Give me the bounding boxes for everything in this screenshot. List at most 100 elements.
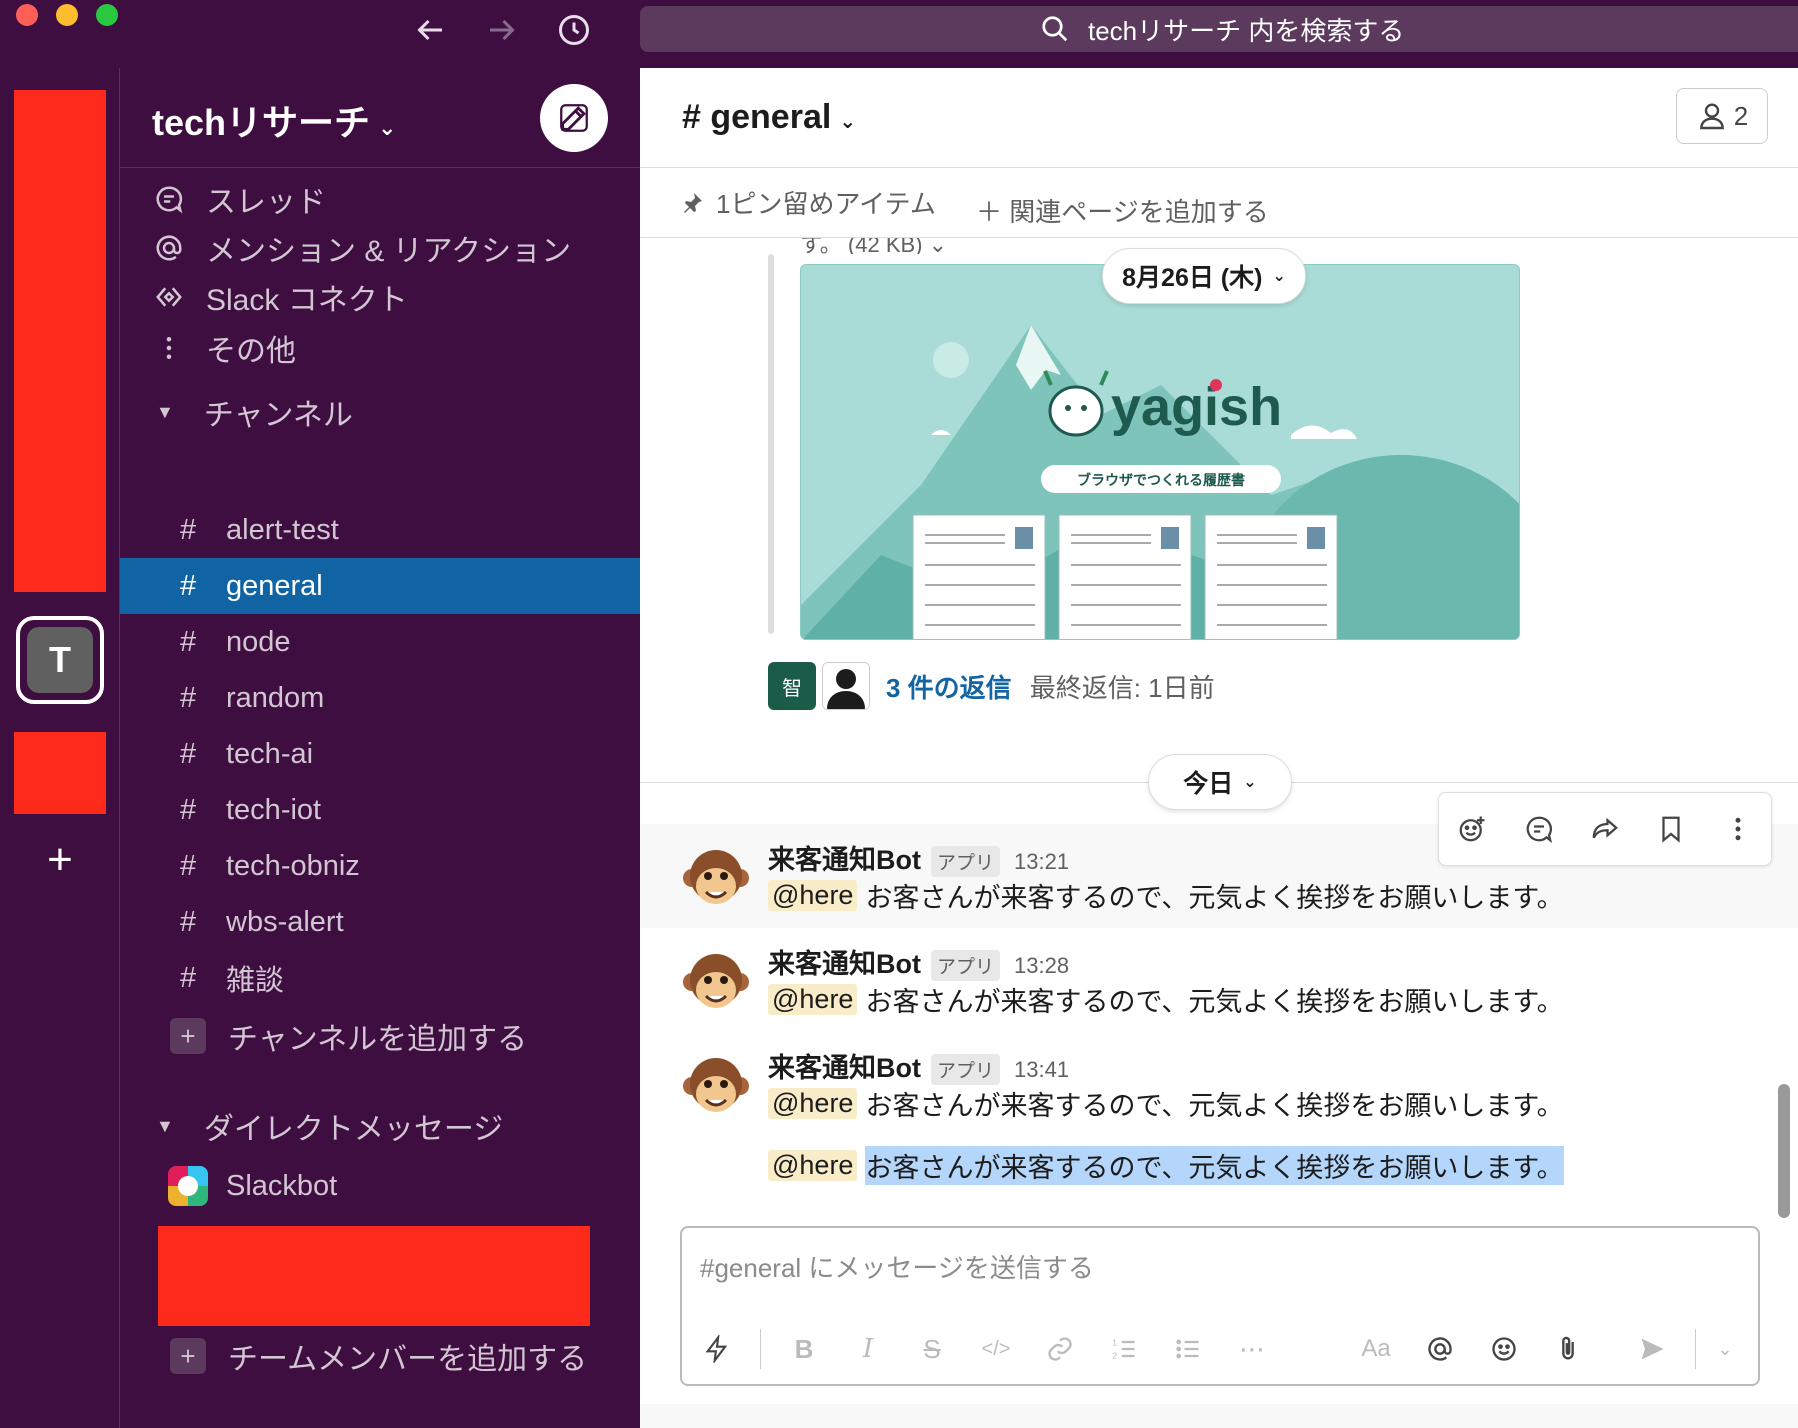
sender-name[interactable]: 来客通知Bot	[768, 838, 921, 877]
reply-thread-icon[interactable]	[1521, 811, 1557, 847]
add-reaction-icon[interactable]	[1454, 811, 1490, 847]
bullet-list-icon[interactable]	[1167, 1328, 1209, 1370]
sidebar-item-threads[interactable]: スレッド	[152, 174, 326, 224]
today-divider-pill[interactable]: 今日 ⌄	[1148, 754, 1292, 810]
channels-section-header[interactable]: ▼ チャンネル	[156, 390, 353, 434]
redacted-block	[158, 1226, 590, 1326]
bookmark-icon[interactable]	[1653, 811, 1689, 847]
sidebar-item-slackbot[interactable]: Slackbot	[168, 1166, 337, 1206]
add-teammates-button[interactable]: + チームメンバーを追加する	[170, 1334, 587, 1378]
italic-icon[interactable]: I	[847, 1328, 889, 1370]
sender-name[interactable]: 来客通知Bot	[768, 1046, 921, 1085]
forward-arrow-icon[interactable]	[480, 8, 524, 52]
message-input[interactable]: #general にメッセージを送信する	[700, 1248, 1094, 1285]
history-clock-icon[interactable]	[552, 8, 596, 52]
mention-here[interactable]: @here	[768, 880, 858, 911]
emoji-icon[interactable]	[1483, 1328, 1525, 1370]
mention-here[interactable]: @here	[768, 1150, 858, 1181]
add-channel-button[interactable]: + チャンネルを追加する	[170, 1014, 527, 1058]
sidebar-item-tech-ai[interactable]: # tech-ai	[120, 726, 640, 782]
mention-here[interactable]: @here	[768, 1088, 858, 1119]
sidebar-item-tech-obniz[interactable]: # tech-obniz	[120, 838, 640, 894]
back-arrow-icon[interactable]	[408, 8, 452, 52]
date-label: 8月26日 (木)	[1122, 264, 1263, 292]
caret-down-icon: ▼	[156, 401, 174, 422]
send-options-chevron-icon[interactable]: ⌄	[1704, 1328, 1746, 1370]
sidebar-item-alert-test[interactable]: # alert-test	[120, 502, 640, 558]
text-format-icon[interactable]: Aa	[1355, 1328, 1397, 1370]
plus-icon: +	[170, 1018, 206, 1054]
minimize-window-button[interactable]	[56, 4, 78, 26]
compose-button[interactable]	[540, 84, 608, 152]
pin-icon	[684, 192, 702, 213]
workspace-initial: T	[27, 627, 93, 693]
search-text: techリサーチ 内を検索する	[1088, 15, 1405, 46]
channel-name: 雑談	[226, 965, 285, 997]
toolbar-divider	[760, 1329, 761, 1369]
more-format-icon[interactable]: ⋯	[1231, 1328, 1273, 1370]
reply-avatar: 智	[768, 662, 816, 710]
channel-title[interactable]: # general ⌄	[682, 98, 856, 137]
timestamp[interactable]: 13:41	[1014, 1057, 1069, 1083]
zoom-window-button[interactable]	[96, 4, 118, 26]
date-divider-pill[interactable]: 8月26日 (木) ⌄	[1102, 248, 1306, 304]
sidebar-item-more[interactable]: その他	[152, 323, 296, 373]
monkey-avatar[interactable]	[680, 946, 752, 1018]
ordered-list-icon[interactable]: 12	[1103, 1328, 1145, 1370]
thread-summary[interactable]: 智 3 件の返信 最終返信: 1日前	[768, 662, 1215, 710]
chevron-down-icon: ⌄	[378, 115, 397, 140]
code-icon[interactable]: </>	[975, 1328, 1017, 1370]
sidebar-item-wbs-alert[interactable]: # wbs-alert	[120, 894, 640, 950]
more-actions-icon[interactable]	[1720, 811, 1756, 847]
timestamp[interactable]: 13:21	[1014, 849, 1069, 875]
message-composer[interactable]: #general にメッセージを送信する B I S </> 12 ⋯ Aa ⌄	[680, 1226, 1760, 1386]
compose-icon	[560, 104, 588, 132]
sidebar-item-mentions[interactable]: メンション & リアクション	[152, 223, 571, 273]
share-icon[interactable]	[1587, 811, 1623, 847]
message-pane: # general ⌄ 2 1ピン留めアイテム ＋ 関連ページを追加する す。 (…	[640, 68, 1798, 1428]
attachment-image[interactable]: yagish ブラウザでつくれる履歴書	[800, 264, 1520, 640]
close-window-button[interactable]	[16, 4, 38, 26]
pinned-items-button[interactable]: 1ピン留めアイテム	[680, 184, 936, 221]
shortcuts-lightning-icon[interactable]	[696, 1328, 738, 1370]
sender-name[interactable]: 来客通知Bot	[768, 942, 921, 981]
mention-here[interactable]: @here	[768, 984, 858, 1015]
app-badge: アプリ	[930, 950, 1000, 981]
workspace-name[interactable]: techリサーチ ⌄	[152, 94, 396, 146]
attachment-icon[interactable]	[1547, 1328, 1589, 1370]
banner-tagline-text: ブラウザでつくれる履歴書	[1077, 472, 1245, 489]
reply-count-link[interactable]: 3 件の返信	[886, 668, 1012, 705]
workspace-switcher-t[interactable]: T	[16, 616, 104, 704]
chevron-down-icon: ⌄	[1272, 268, 1286, 285]
selected-message-text: お客さんが来客するので、元気よく挨拶をお願いします。	[865, 1146, 1564, 1185]
channel-name: tech-iot	[226, 793, 322, 826]
mention-at-icon[interactable]	[1419, 1328, 1461, 1370]
members-button[interactable]: 2	[1676, 88, 1768, 144]
channel-name: random	[226, 681, 325, 714]
monkey-avatar[interactable]	[680, 1050, 752, 1122]
sidebar-item-connect[interactable]: Slack コネクト	[152, 272, 408, 322]
sidebar-item-zatsudan[interactable]: # 雑談	[120, 950, 640, 1006]
scrollbar-thumb[interactable]	[1778, 1084, 1790, 1218]
sidebar-item-tech-iot[interactable]: # tech-iot	[120, 782, 640, 838]
redacted-block	[14, 732, 106, 814]
workspace-rail: T +	[0, 68, 120, 1428]
add-workspace-button[interactable]: +	[38, 838, 82, 882]
sidebar-item-random[interactable]: # random	[120, 670, 640, 726]
add-bookmark-button[interactable]: ＋ 関連ページを追加する	[976, 192, 1269, 229]
send-icon[interactable]	[1631, 1328, 1673, 1370]
sidebar-item-node[interactable]: # node	[120, 614, 640, 670]
link-icon[interactable]	[1039, 1328, 1081, 1370]
sidebar-item-label: スレッド	[206, 186, 326, 219]
hash-icon: #	[180, 625, 197, 658]
dm-section-header[interactable]: ▼ ダイレクトメッセージ	[156, 1104, 503, 1148]
composer-toolbar: B I S </> 12 ⋯ Aa ⌄	[696, 1324, 1746, 1374]
bold-icon[interactable]: B	[783, 1328, 825, 1370]
strikethrough-icon[interactable]: S	[911, 1328, 953, 1370]
search-bar[interactable]: techリサーチ 内を検索する	[640, 6, 1798, 52]
sidebar-item-general[interactable]: # general	[120, 558, 640, 614]
timestamp[interactable]: 13:28	[1014, 953, 1069, 979]
sidebar: techリサーチ ⌄ スレッド メンション & リアクション Slack コネクト…	[120, 68, 640, 1428]
monkey-avatar[interactable]	[680, 842, 752, 914]
search-icon	[1042, 16, 1068, 42]
